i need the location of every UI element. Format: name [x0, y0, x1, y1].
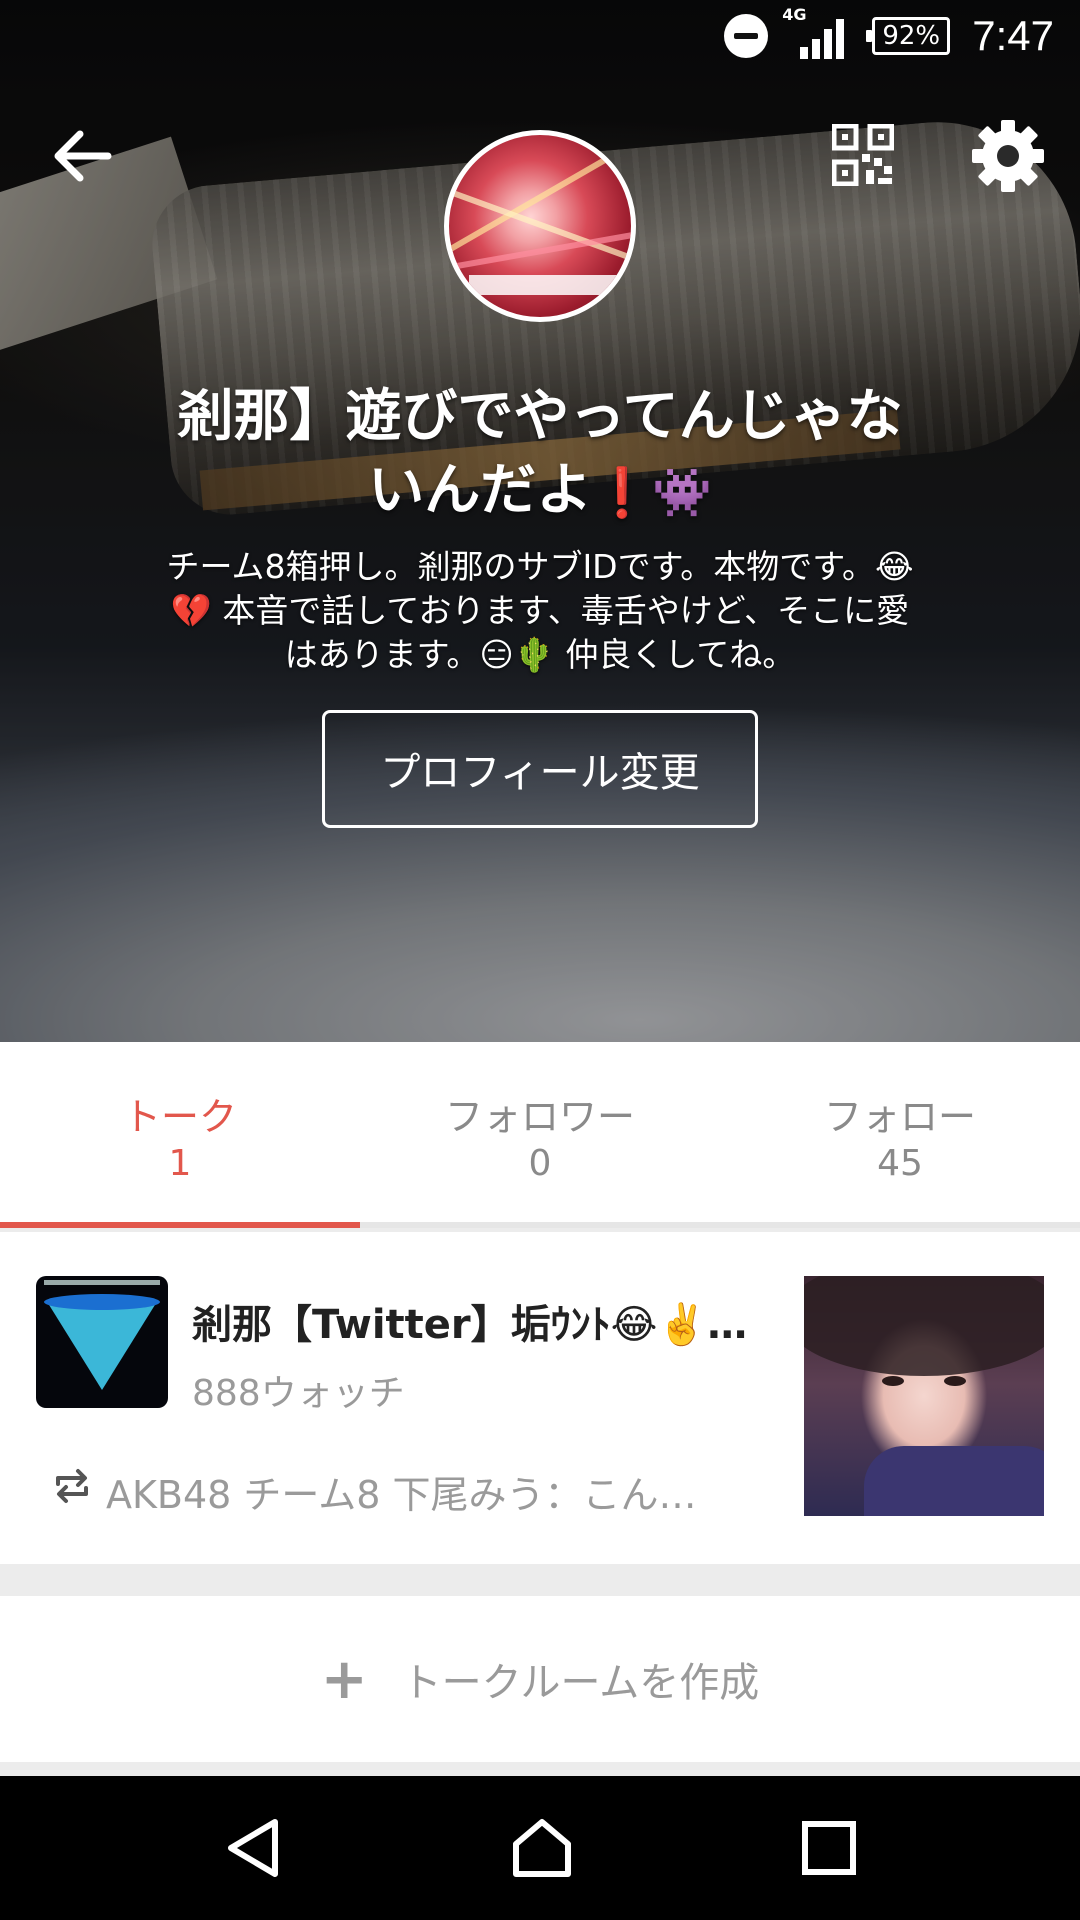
clock: 7:47 [972, 12, 1054, 59]
talk-room-preview: AKB48 チーム8 下尾みう：こん… [106, 1473, 697, 1517]
talk-room-card[interactable]: 剎那【Twitter】垢ｳﾝﾄ😂✌️の… 888ウォッチ AKB48 チーム8 … [0, 1232, 1080, 1564]
tab-active-indicator [0, 1222, 360, 1228]
gear-icon[interactable] [970, 118, 1046, 194]
profile-bio-line3: はあります。😑🌵 仲良くしてね。 [284, 635, 796, 674]
system-nav-bar [0, 1776, 1080, 1920]
do-not-disturb-icon [724, 14, 769, 58]
create-talk-room-button[interactable]: + トークルームを作成 [0, 1596, 1080, 1762]
profile-name-line2: いんだよ [368, 458, 593, 523]
nav-back-icon[interactable] [223, 1816, 283, 1880]
tab-talk-label: トーク [122, 1095, 237, 1139]
tab-talk[interactable]: トーク 1 [0, 1042, 360, 1228]
nav-recents-icon[interactable] [801, 1820, 857, 1876]
plus-icon: + [320, 1646, 368, 1712]
tab-followers-label: フォロワー [444, 1095, 635, 1139]
arrow-left-icon[interactable] [52, 128, 112, 184]
tab-following[interactable]: フォロー 45 [720, 1042, 1080, 1228]
tab-followers[interactable]: フォロワー 0 [360, 1042, 720, 1228]
profile-name-line1: 剎那】遊びでやってんじゃな [177, 384, 903, 449]
avatar[interactable] [444, 130, 636, 322]
tab-followers-count: 0 [528, 1143, 552, 1184]
tab-following-label: フォロー [823, 1095, 976, 1139]
profile-bio: チーム8箱押し。剎那のサブIDです。本物です。😂 💔 本音で話しております、毒舌… [120, 545, 960, 677]
talk-room-subtitle: 888ウォッチ [192, 1373, 405, 1414]
profile-name-line2-row: いんだよ❗👾 [110, 454, 970, 530]
thumbnail-caption [44, 1280, 160, 1285]
signal-indicator: 4G [782, 5, 850, 61]
talk-room-photo [804, 1276, 1044, 1516]
battery-icon: 92% [866, 17, 951, 55]
battery-level: 92% [882, 21, 941, 51]
nav-home-icon[interactable] [510, 1816, 574, 1880]
photo-eye [882, 1376, 904, 1386]
edit-profile-button[interactable]: プロフィール変更 [322, 710, 758, 828]
signal-icon [800, 19, 845, 59]
profile-header: 4G 92% 7:47 剎那】遊びでやってんじゃな いんだよ❗👾 チーム8箱押し… [0, 0, 1080, 1042]
profile-name-emoji: ❗👾 [592, 465, 712, 521]
profile-tabs: トーク 1 フォロワー 0 フォロー 45 [0, 1042, 1080, 1228]
status-bar: 4G 92% 7:47 [0, 0, 1080, 72]
avatar-caption-strip [469, 275, 619, 295]
thumbnail-funnel-ring [44, 1294, 160, 1310]
profile-bio-line1: チーム8箱押し。剎那のサブIDです。本物です。😂 [166, 547, 914, 586]
thumbnail-funnel-graphic [46, 1300, 158, 1390]
tab-talk-count: 1 [168, 1143, 192, 1184]
photo-sleeve [864, 1446, 1044, 1516]
tab-following-count: 45 [877, 1143, 923, 1184]
profile-bio-line2: 💔 本音で話しております、毒舌やけど、そこに愛 [170, 591, 910, 630]
profile-name: 剎那】遊びでやってんじゃな いんだよ❗👾 [110, 380, 970, 530]
repost-icon [56, 1469, 88, 1503]
qr-code-icon[interactable] [832, 124, 894, 186]
talk-room-thumbnail [36, 1276, 168, 1408]
create-talk-room-label: トークルームを作成 [401, 1660, 760, 1706]
talk-room-title: 剎那【Twitter】垢ｳﾝﾄ😂✌️の… [192, 1302, 772, 1348]
photo-eye [944, 1376, 966, 1386]
photo-hair [804, 1276, 1044, 1376]
